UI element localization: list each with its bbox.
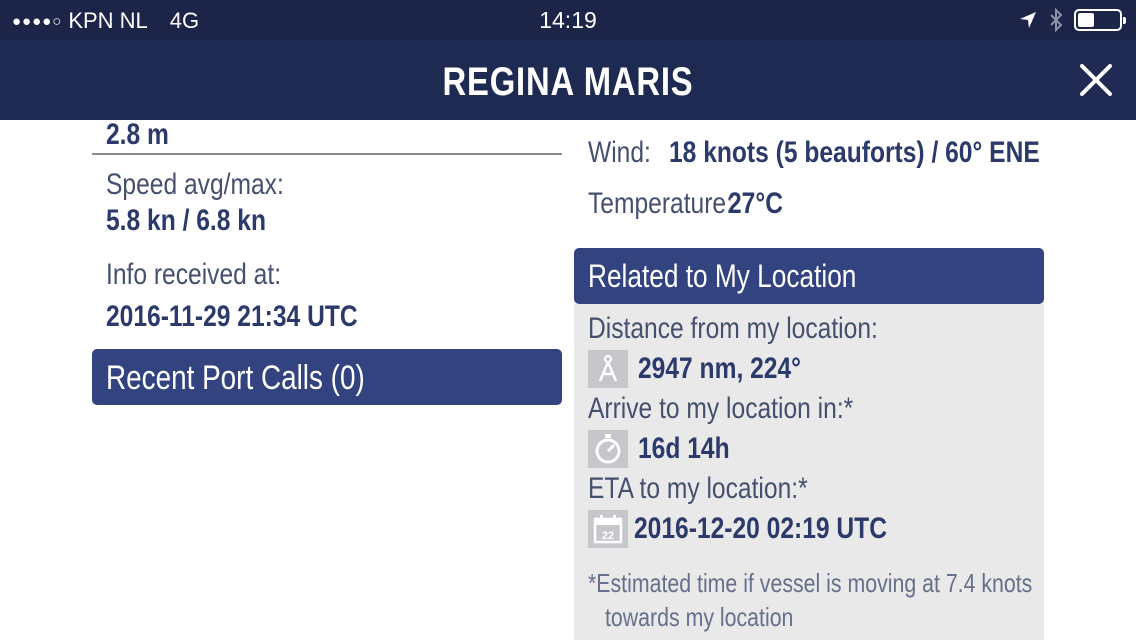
temperature-label: Temperature: (588, 187, 733, 220)
distance-label: Distance from my location: (588, 312, 878, 345)
stopwatch-icon (588, 430, 628, 468)
estimate-note-line1: *Estimated time if vessel is moving at 7… (588, 568, 1033, 598)
divider (92, 153, 562, 155)
close-button[interactable] (1078, 62, 1114, 98)
battery-icon (1074, 9, 1126, 31)
info-received-label: Info received at: (106, 258, 282, 291)
bluetooth-icon (1050, 8, 1063, 32)
related-panel: Distance from my location: 2947 nm, 224°… (574, 304, 1044, 640)
arrive-value: 16d 14h (638, 432, 730, 465)
status-bar-right (1018, 8, 1126, 32)
close-icon[interactable] (1078, 62, 1114, 98)
draught-value: 2.8 m (106, 120, 169, 151)
speed-label: Speed avg/max: (106, 168, 284, 201)
recent-port-calls-label: Recent Port Calls (0) (106, 359, 365, 397)
battery-fill (1078, 13, 1094, 27)
speed-value: 5.8 kn / 6.8 kn (106, 204, 266, 237)
vessel-details: 2.8 m Speed avg/max: 5.8 kn / 6.8 kn Inf… (0, 120, 1136, 640)
arrive-label: Arrive to my location in:* (588, 392, 854, 425)
compass-icon (588, 350, 628, 388)
page-title: REGINA MARIS (442, 60, 694, 104)
calendar-day: 22 (602, 530, 614, 542)
wind-label: Wind: (588, 136, 651, 169)
status-bar: ●●●●○ KPN NL 4G 14:19 (0, 0, 1136, 40)
location-arrow-icon (1020, 12, 1036, 28)
related-section-title: Related to My Location (588, 258, 857, 294)
recent-port-calls-button[interactable]: Recent Port Calls (0) (92, 349, 562, 405)
nav-bar: REGINA MARIS (0, 40, 1136, 120)
wind-value: 18 knots (5 beauforts) / 60° ENE (669, 136, 1040, 169)
status-time: 14:19 (539, 7, 597, 33)
related-section-header: Related to My Location (574, 248, 1044, 304)
eta-label: ETA to my location:* (588, 472, 808, 505)
calendar-icon: 22 (588, 510, 628, 548)
eta-value: 2016-12-20 02:19 UTC (634, 512, 887, 545)
temperature-value: 27°C (728, 187, 783, 220)
estimate-note-line2: towards my location (605, 602, 794, 632)
info-received-value: 2016-11-29 21:34 UTC (106, 300, 358, 333)
distance-value: 2947 nm, 224° (638, 352, 802, 385)
